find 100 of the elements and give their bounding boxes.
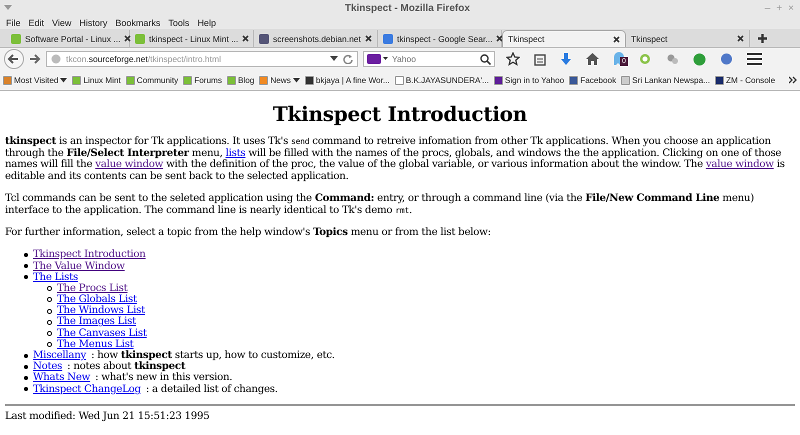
page-heading: Tkinspect Introduction bbox=[272, 102, 528, 126]
favicon-icon bbox=[226, 76, 236, 84]
favicon-icon bbox=[135, 34, 145, 44]
reload-icon[interactable] bbox=[343, 54, 353, 64]
back-icon[interactable] bbox=[4, 49, 24, 69]
bookmark-item[interactable]: Most Visited bbox=[3, 76, 68, 84]
menu-item[interactable]: Help bbox=[193, 16, 220, 29]
favicon-icon bbox=[494, 76, 503, 84]
topic-description: : notes about tkinspect bbox=[67, 361, 186, 372]
bookmark-item[interactable]: Sri Lankan Newspa... bbox=[621, 76, 710, 84]
paragraph: For further information, select a topic from the help window's Topics menu or from the list below: bbox=[5, 227, 492, 238]
bullet bbox=[47, 286, 52, 292]
menu-item[interactable]: View bbox=[48, 16, 76, 29]
bullet bbox=[24, 376, 28, 380]
topic-link[interactable]: The Windows List bbox=[57, 305, 145, 317]
favicon-icon bbox=[11, 34, 21, 44]
star-icon[interactable] bbox=[506, 52, 520, 66]
bookmark-item[interactable]: Blog bbox=[226, 76, 254, 84]
favicon-icon bbox=[259, 34, 269, 44]
browser-tab[interactable]: screenshots.debian.net bbox=[254, 30, 378, 47]
topic-link[interactable]: Tkinspect Introduction bbox=[33, 249, 146, 261]
topic-link[interactable]: Whats New bbox=[33, 372, 90, 384]
bookmark-item[interactable]: ZM - Console bbox=[715, 76, 776, 84]
menu-item[interactable]: Tools bbox=[164, 16, 194, 29]
bullet bbox=[47, 330, 52, 336]
bullet bbox=[47, 320, 52, 325]
bullet bbox=[24, 253, 28, 258]
window-title: Tkinspect - Mozilla Firefox bbox=[344, 2, 470, 14]
bookmark-item[interactable]: Community bbox=[126, 76, 178, 84]
bookmark-item[interactable]: Sign in to Yahoo bbox=[494, 76, 564, 84]
topic-link[interactable]: Miscellany bbox=[33, 350, 86, 362]
topic-description: : how tkinspect starts up, how to customize, etc. bbox=[91, 350, 335, 362]
favicon-icon bbox=[383, 34, 393, 44]
bullet bbox=[24, 354, 28, 358]
topic-link[interactable]: The Images List bbox=[57, 316, 136, 328]
yahoo-logo-icon bbox=[367, 54, 389, 64]
favicon-icon bbox=[259, 76, 268, 84]
menu-icon[interactable] bbox=[747, 53, 762, 65]
topic-link[interactable]: The Procs List bbox=[57, 282, 128, 294]
paragraph: tkinspect is an inspector for Tk applications. It uses Tk's send command to retreive infomation from other Tk applications. When you choose an application through the File/Select Interpreter menu, lists will be filled with the names of the procs, globals, and windows the the application. Clicking on one of those names will fill the value window with the definition of the proc, the value of the global variable, or various information about the window. The value window is editable and its contents can be sent back to the selected application. bbox=[5, 136, 786, 182]
search-input[interactable]: Yahoo bbox=[392, 54, 477, 64]
topic-link[interactable]: The Value Window bbox=[33, 260, 125, 272]
favicon-icon bbox=[569, 76, 578, 84]
browser-tab[interactable]: tkinspect - Linux Mint ... bbox=[130, 30, 254, 47]
text-link[interactable]: value window bbox=[95, 159, 164, 170]
forward-icon[interactable] bbox=[29, 53, 41, 65]
bullet bbox=[47, 297, 52, 302]
bullet bbox=[47, 342, 52, 348]
favicon-icon bbox=[126, 76, 135, 84]
search-field[interactable]: Yahoo bbox=[363, 51, 495, 67]
dropdown-caret-icon[interactable] bbox=[330, 56, 338, 62]
topic-link[interactable]: The Lists bbox=[33, 272, 78, 284]
close-icon[interactable] bbox=[613, 36, 620, 42]
browser-tab[interactable]: Tkinspect bbox=[502, 30, 626, 47]
menu-item[interactable]: Edit bbox=[24, 16, 48, 29]
menu-item[interactable]: History bbox=[75, 16, 112, 29]
bullet bbox=[24, 364, 28, 369]
paragraph: Tcl commands can be sent to the seleted application using the Command: entry, or through a command line (via the File/New Command Line menu) interface to the application. The command line is nearly identical to Tk's demo rmt. bbox=[5, 193, 755, 216]
last-modified-text: Last modified: Wed Jun 21 15:51:23 1995 bbox=[5, 410, 210, 423]
bookmark-item[interactable]: bkjaya | A fine Wor... bbox=[304, 76, 390, 84]
topic-link[interactable]: The Globals List bbox=[57, 294, 137, 306]
topic-description: : what's new in this version. bbox=[95, 372, 232, 384]
search-icon[interactable] bbox=[480, 54, 491, 64]
favicon-icon bbox=[621, 76, 630, 84]
menu-item[interactable]: Bookmarks bbox=[111, 16, 164, 29]
favicon-icon bbox=[715, 76, 724, 84]
home-icon[interactable] bbox=[586, 53, 599, 65]
bullet bbox=[24, 387, 28, 392]
close-icon[interactable] bbox=[496, 35, 504, 42]
text-link[interactable]: value window bbox=[706, 159, 774, 170]
download-arrow-icon[interactable] bbox=[560, 52, 572, 66]
browser-tab[interactable]: Software Portal - Linux ... bbox=[6, 30, 130, 47]
bookmark-item[interactable]: Linux Mint bbox=[72, 76, 121, 84]
close-icon[interactable] bbox=[365, 35, 372, 42]
topic-link[interactable]: Notes bbox=[33, 361, 62, 373]
close-icon[interactable] bbox=[737, 35, 744, 42]
address-field[interactable]: tkcon.sourceforge.net/tkinspect/intro.html bbox=[46, 51, 358, 67]
bookmark-item[interactable]: Facebook bbox=[569, 76, 616, 84]
favicon-icon bbox=[394, 76, 404, 84]
bullet bbox=[47, 308, 52, 314]
favicon-icon bbox=[3, 76, 12, 84]
bookmark-item[interactable]: B.K.JAYASUNDERA'... bbox=[394, 76, 489, 84]
text-link[interactable]: lists bbox=[226, 148, 246, 158]
bullet bbox=[24, 275, 28, 280]
bookmark-item[interactable]: Forums bbox=[183, 76, 222, 84]
close-icon[interactable] bbox=[242, 35, 250, 42]
browser-tab[interactable]: Tkinspect bbox=[626, 30, 750, 47]
favicon-icon bbox=[72, 76, 82, 84]
clipboard-icon[interactable] bbox=[534, 52, 546, 66]
chevron-icon[interactable] bbox=[789, 76, 797, 84]
topic-description: : a detailed list of changes. bbox=[146, 384, 278, 396]
close-icon[interactable] bbox=[124, 35, 132, 42]
bookmark-item[interactable]: News bbox=[259, 76, 300, 84]
favicon-icon bbox=[304, 76, 314, 84]
bullet bbox=[24, 264, 28, 268]
topic-link[interactable]: The Canvases List bbox=[57, 328, 147, 340]
new-tab-icon[interactable] bbox=[758, 34, 767, 43]
menu-item[interactable]: File bbox=[2, 16, 25, 29]
topic-link[interactable]: The Menus List bbox=[57, 338, 134, 350]
topic-link[interactable]: Tkinspect ChangeLog bbox=[33, 384, 141, 396]
